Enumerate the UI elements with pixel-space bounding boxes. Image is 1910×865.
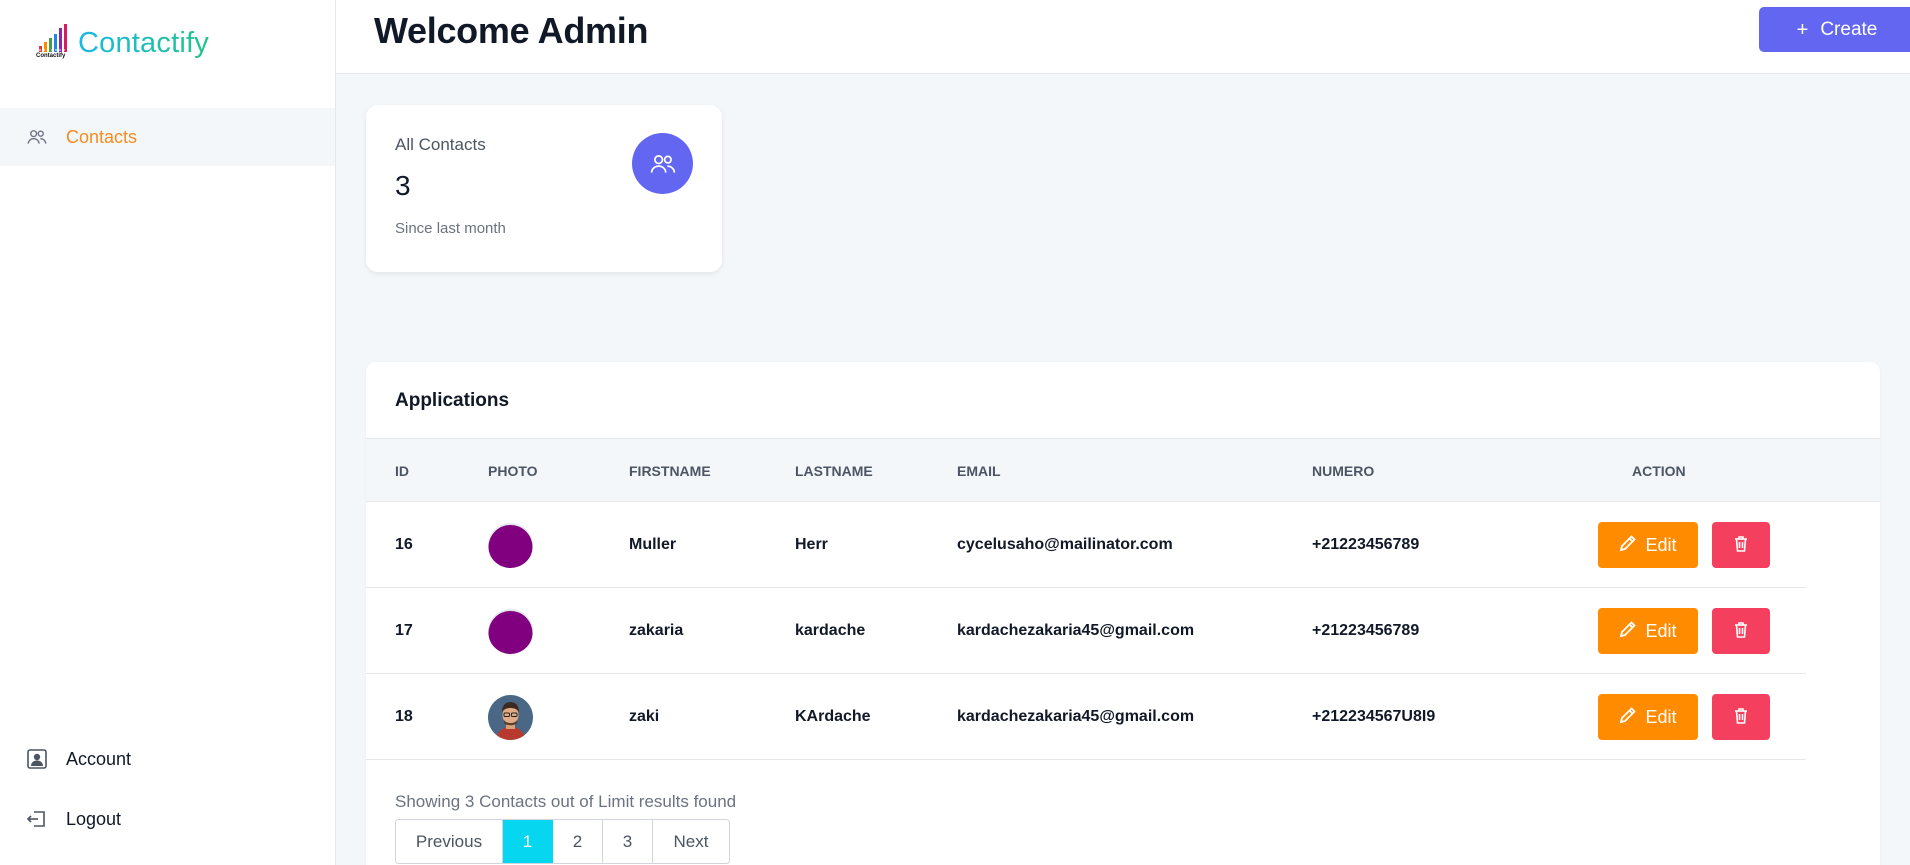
edit-label: Edit [1645,620,1677,641]
cell-numero: +21223456789 [1312,622,1420,639]
all-contacts-card: All Contacts 3 Since last month [366,105,722,272]
cell-firstname: zaki [629,708,660,725]
cell-firstname: zakaria [629,622,684,639]
pagination-page-1[interactable]: 1 [503,820,553,863]
avatar [488,523,533,568]
table-row: 18 zaki KArdache kardachezakaria45@gmail… [366,674,1806,760]
column-header: NUMERO [1312,463,1375,479]
delete-button[interactable] [1712,694,1770,740]
sidebar-item-label: Contacts [66,126,138,147]
edit-label: Edit [1645,534,1677,555]
table-row: 16 Muller Herr cycelusaho@mailinator.com… [366,502,1806,588]
pagination-previous[interactable]: Previous [396,820,503,863]
results-summary: Showing 3 Contacts out of Limit results … [395,792,737,811]
logout-icon [26,808,48,830]
column-header: EMAIL [957,463,1001,479]
create-button-label: Create [1820,18,1878,40]
cell-id: 17 [395,622,413,639]
cell-numero: +212234567U8I9 [1312,708,1436,725]
trash-icon [1734,535,1748,555]
delete-button[interactable] [1712,608,1770,654]
create-button[interactable]: + Create [1759,7,1910,52]
delete-button[interactable] [1712,522,1770,568]
column-header: LASTNAME [795,463,873,479]
sidebar-item-label: Account [66,748,132,769]
pencil-icon [1619,534,1637,557]
app-name: Contactify [78,26,209,59]
table-title: Applications [395,390,510,411]
stat-value: 3 [395,170,411,201]
column-header: FIRSTNAME [629,463,711,479]
table-row: 17 zakaria kardache kardachezakaria45@gm… [366,588,1806,674]
cell-email: kardachezakaria45@gmail.com [957,622,1195,639]
edit-label: Edit [1645,706,1677,727]
pagination: Previous 1 2 3 Next [395,819,730,864]
cell-id: 18 [395,708,413,725]
user-square-icon [26,748,48,770]
stat-subtitle: Since last month [395,220,506,237]
edit-button[interactable]: Edit [1598,608,1698,654]
logo-icon: Contactify [36,22,72,64]
cell-id: 16 [395,536,413,553]
cell-email: kardachezakaria45@gmail.com [957,708,1195,725]
cell-lastname: Herr [795,536,828,553]
cell-lastname: kardache [795,622,866,639]
sidebar-item-logout[interactable]: Logout [0,790,335,848]
sidebar-item-contacts[interactable]: Contacts [0,108,335,166]
pagination-next[interactable]: Next [653,820,729,863]
column-header: PHOTO [488,463,538,479]
page-title: Welcome Admin [374,10,649,51]
table-header: ID PHOTO FIRSTNAME LASTNAME EMAIL NUMERO… [366,438,1880,502]
cell-firstname: Muller [629,536,677,553]
avatar [488,609,533,654]
cell-email: cycelusaho@mailinator.com [957,536,1173,553]
edit-button[interactable]: Edit [1598,694,1698,740]
top-bar: Welcome Admin + Create [336,0,1910,74]
users-icon [632,133,693,194]
cell-lastname: KArdache [795,708,871,725]
sidebar-item-label: Logout [66,808,122,829]
edit-button[interactable]: Edit [1598,522,1698,568]
column-header: ID [395,463,409,479]
trash-icon [1734,707,1748,727]
sidebar: Contactify Contactify Contacts Account L… [0,0,336,865]
stat-title: All Contacts [395,135,486,154]
trash-icon [1734,621,1748,641]
users-icon [26,126,48,148]
pencil-icon [1619,620,1637,643]
avatar [488,695,533,740]
logo-small-text: Contactify [36,53,66,59]
app-logo[interactable]: Contactify Contactify [36,22,209,64]
pencil-icon [1619,706,1637,729]
applications-card: Applications ID PHOTO FIRSTNAME LASTNAME… [366,362,1880,865]
plus-icon: + [1796,18,1809,41]
cell-numero: +21223456789 [1312,536,1420,553]
sidebar-item-account[interactable]: Account [0,730,335,788]
column-header: ACTION [1632,463,1686,479]
pagination-page-3[interactable]: 3 [603,820,653,863]
pagination-page-2[interactable]: 2 [553,820,603,863]
